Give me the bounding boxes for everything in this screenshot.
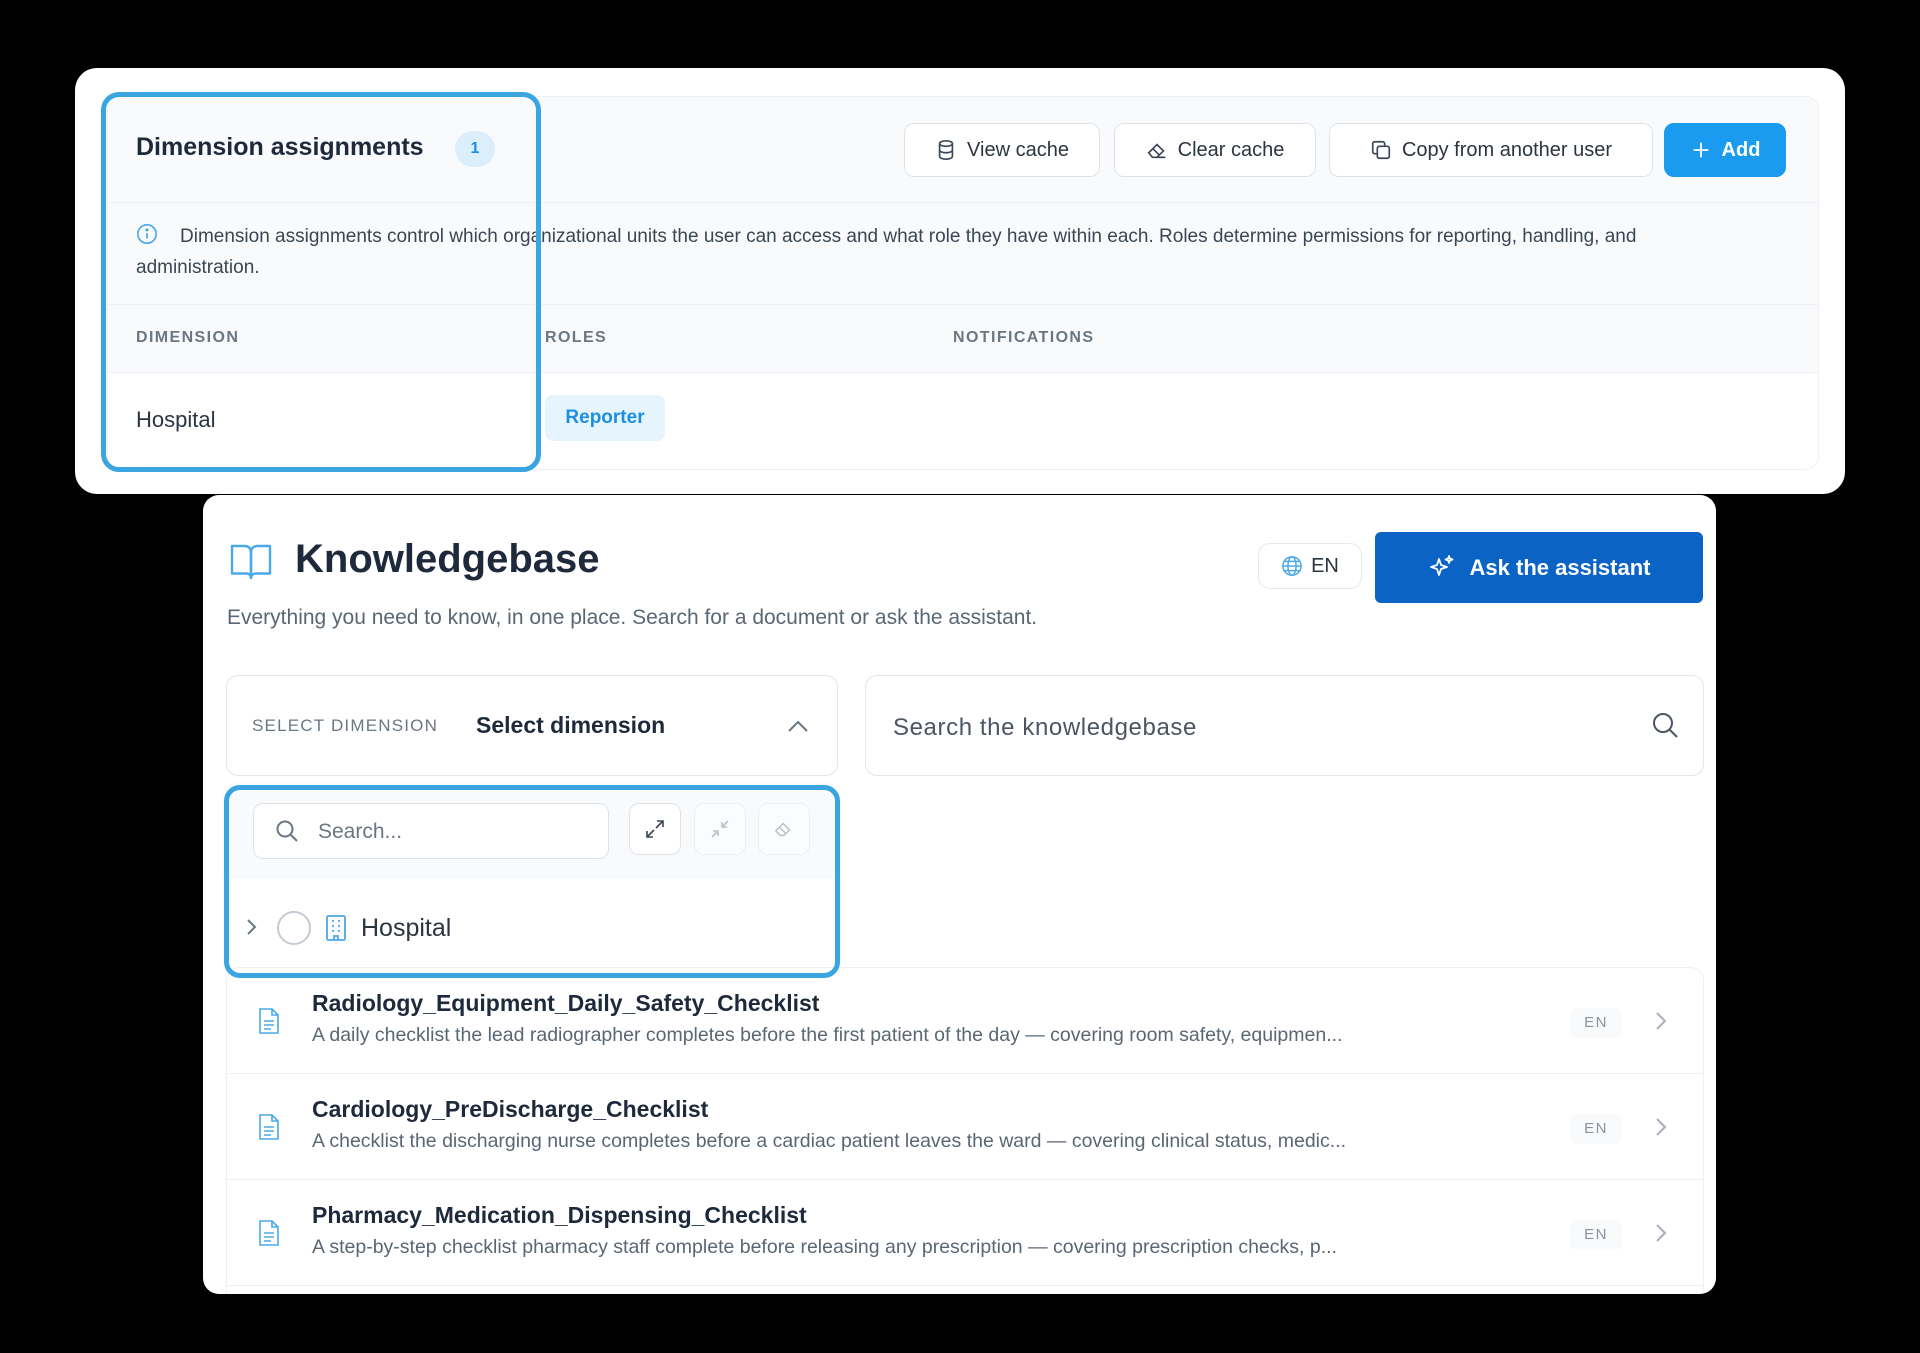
knowledgebase-search-input[interactable]: Search the knowledgebase: [865, 675, 1704, 776]
page-title: Knowledgebase: [295, 537, 600, 581]
highlight-outline: [101, 92, 541, 472]
search-placeholder: Search the knowledgebase: [893, 714, 1197, 741]
document-item[interactable]: Pharmacy_Medication_Dispensing_Checklist…: [227, 1180, 1703, 1286]
plus-icon: [1693, 142, 1708, 158]
role-badge: Reporter: [545, 395, 665, 441]
chevron-right-icon: [1656, 1012, 1667, 1030]
view-cache-label: View cache: [967, 138, 1069, 161]
document-description: A step-by-step checklist pharmacy staff …: [312, 1236, 1337, 1258]
view-cache-button[interactable]: View cache: [904, 123, 1100, 177]
highlight-outline: [224, 785, 840, 978]
search-icon[interactable]: [1650, 710, 1680, 740]
ask-assistant-button[interactable]: Ask the assistant: [1375, 532, 1703, 603]
chevron-right-icon: [1656, 1224, 1667, 1242]
document-language-badge: EN: [1570, 1220, 1622, 1250]
add-label: Add: [1721, 138, 1761, 161]
ask-assistant-label: Ask the assistant: [1469, 554, 1651, 580]
document-icon: [259, 1008, 279, 1034]
document-icon: [259, 1114, 279, 1140]
column-header-roles: ROLES: [545, 329, 608, 346]
globe-icon: [1282, 556, 1302, 576]
document-title: Pharmacy_Medication_Dispensing_Checklist: [312, 1202, 807, 1228]
language-label: EN: [1311, 554, 1339, 577]
document-item[interactable]: Cardiology_PreDischarge_Checklist A chec…: [227, 1074, 1703, 1180]
eraser-icon: [1147, 143, 1165, 159]
document-icon: [259, 1220, 279, 1246]
document-title: Radiology_Equipment_Daily_Safety_Checkli…: [312, 990, 820, 1016]
chevron-right-icon: [1656, 1118, 1667, 1136]
copy-icon: [1371, 140, 1391, 160]
copy-from-user-button[interactable]: Copy from another user: [1329, 123, 1653, 177]
select-dimension-value: Select dimension: [476, 712, 666, 738]
language-button[interactable]: EN: [1258, 543, 1362, 589]
document-item[interactable]: Radiology_Equipment_Daily_Safety_Checkli…: [227, 968, 1703, 1074]
clear-cache-button[interactable]: Clear cache: [1114, 123, 1316, 177]
document-title: Cardiology_PreDischarge_Checklist: [312, 1096, 709, 1122]
column-header-notifications: NOTIFICATIONS: [953, 329, 1095, 346]
clear-cache-label: Clear cache: [1177, 138, 1285, 161]
select-dimension-dropdown[interactable]: SELECT DIMENSION Select dimension: [226, 675, 838, 776]
page-subtitle: Everything you need to know, in one plac…: [227, 606, 1038, 629]
sparkles-icon: [1429, 554, 1453, 576]
document-list: Radiology_Equipment_Daily_Safety_Checkli…: [226, 967, 1704, 1294]
document-description: A daily checklist the lead radiographer …: [312, 1024, 1343, 1046]
database-icon: [938, 140, 954, 160]
add-button[interactable]: Add: [1664, 123, 1786, 177]
document-language-badge: EN: [1570, 1008, 1622, 1038]
chevron-up-icon: [788, 720, 808, 732]
book-icon: [230, 544, 272, 580]
document-language-badge: EN: [1570, 1114, 1622, 1144]
copy-from-user-label: Copy from another user: [1401, 138, 1613, 161]
select-dimension-label: SELECT DIMENSION: [252, 716, 439, 735]
document-description: A checklist the discharging nurse comple…: [312, 1130, 1347, 1152]
